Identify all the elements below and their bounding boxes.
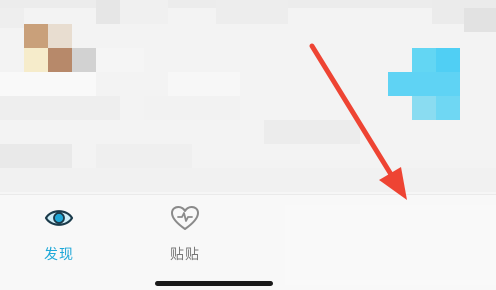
eye-icon [44, 210, 74, 226]
content-area-pixelated [0, 0, 496, 192]
tab-discover[interactable]: 发现 [24, 205, 94, 267]
blurred-tab-area [285, 205, 496, 285]
bottom-tab-bar: 发现 贴贴 [0, 194, 496, 290]
tab-discover-label: 发现 [44, 247, 74, 263]
tab-tietie[interactable]: 贴贴 [150, 205, 220, 267]
avatar-mosaic [24, 24, 48, 48]
tab-tietie-label: 贴贴 [170, 247, 200, 263]
home-indicator [155, 281, 273, 286]
heart-pulse-icon [171, 206, 199, 230]
